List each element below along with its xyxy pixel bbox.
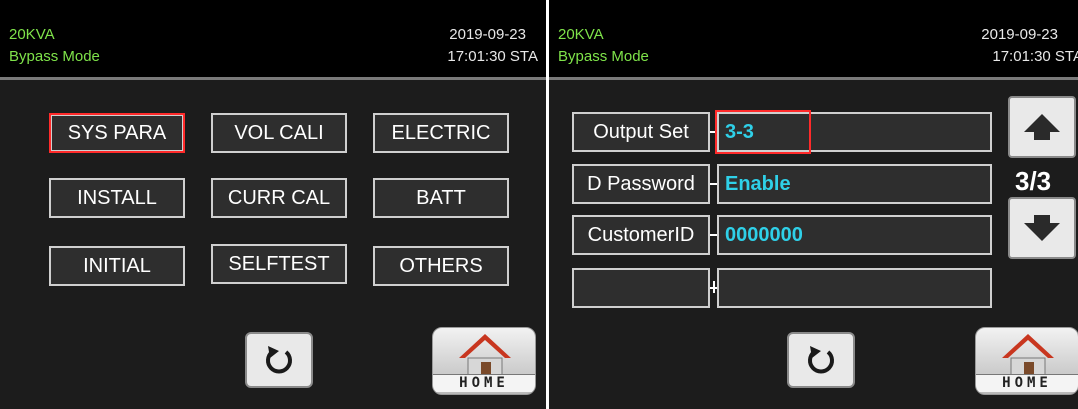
- time-label: 17:01:30 STA: [992, 48, 1078, 65]
- refresh-arrow-icon: [808, 346, 834, 374]
- date-label: 2019-09-23: [981, 26, 1058, 43]
- status-header: 20KVA Bypass Mode 2019-09-23 17:01:30 ST…: [549, 0, 1078, 80]
- time-label: 17:01:30 STA: [447, 48, 538, 65]
- param-label-empty: [572, 268, 710, 308]
- home-label: HOME: [433, 374, 535, 392]
- model-label: 20KVA: [558, 26, 604, 43]
- house-icon: [459, 334, 511, 379]
- param-value-customer-id[interactable]: 0000000: [717, 215, 992, 255]
- menu-button-curr-cal[interactable]: CURR CAL: [211, 178, 347, 218]
- menu-button-batt[interactable]: BATT: [373, 178, 509, 218]
- page-up-button[interactable]: [1008, 96, 1076, 158]
- back-button[interactable]: [245, 332, 313, 388]
- param-connector-tick: [713, 281, 715, 293]
- menu-button-others[interactable]: OTHERS: [373, 246, 509, 286]
- param-value-output-set[interactable]: 3-3: [717, 112, 992, 152]
- model-label: 20KVA: [9, 26, 55, 43]
- page-down-button[interactable]: [1008, 197, 1076, 259]
- arrow-down-icon: [1024, 215, 1060, 241]
- status-header: 20KVA Bypass Mode 2019-09-23 17:01:30 ST…: [0, 0, 546, 80]
- menu-button-initial[interactable]: INITIAL: [49, 246, 185, 286]
- param-label-d-password: D Password: [572, 164, 710, 204]
- date-label: 2019-09-23: [449, 26, 526, 43]
- param-value-empty[interactable]: [717, 268, 992, 308]
- mode-label: Bypass Mode: [558, 48, 649, 65]
- menu-button-install[interactable]: INSTALL: [49, 178, 185, 218]
- param-label-output-set: Output Set: [572, 112, 710, 152]
- menu-button-vol-cali[interactable]: VOL CALI: [211, 113, 347, 153]
- home-button[interactable]: HOME: [432, 327, 536, 395]
- house-icon: [1002, 334, 1054, 379]
- page-indicator: 3/3: [1015, 166, 1052, 196]
- mode-label: Bypass Mode: [9, 48, 100, 65]
- settings-menu-screen: 20KVA Bypass Mode 2019-09-23 17:01:30 ST…: [0, 0, 546, 409]
- back-button[interactable]: [787, 332, 855, 388]
- param-value-d-password[interactable]: Enable: [717, 164, 992, 204]
- menu-button-sys-para[interactable]: SYS PARA: [49, 113, 185, 153]
- parameter-screen: 20KVA Bypass Mode 2019-09-23 17:01:30 ST…: [549, 0, 1078, 409]
- arrow-up-icon: [1024, 114, 1060, 140]
- home-button[interactable]: HOME: [975, 327, 1078, 395]
- param-label-customer-id: CustomerID: [572, 215, 710, 255]
- menu-button-electric[interactable]: ELECTRIC: [373, 113, 509, 153]
- menu-button-selftest[interactable]: SELFTEST: [211, 244, 347, 284]
- home-label: HOME: [976, 374, 1078, 392]
- refresh-arrow-icon: [266, 346, 292, 374]
